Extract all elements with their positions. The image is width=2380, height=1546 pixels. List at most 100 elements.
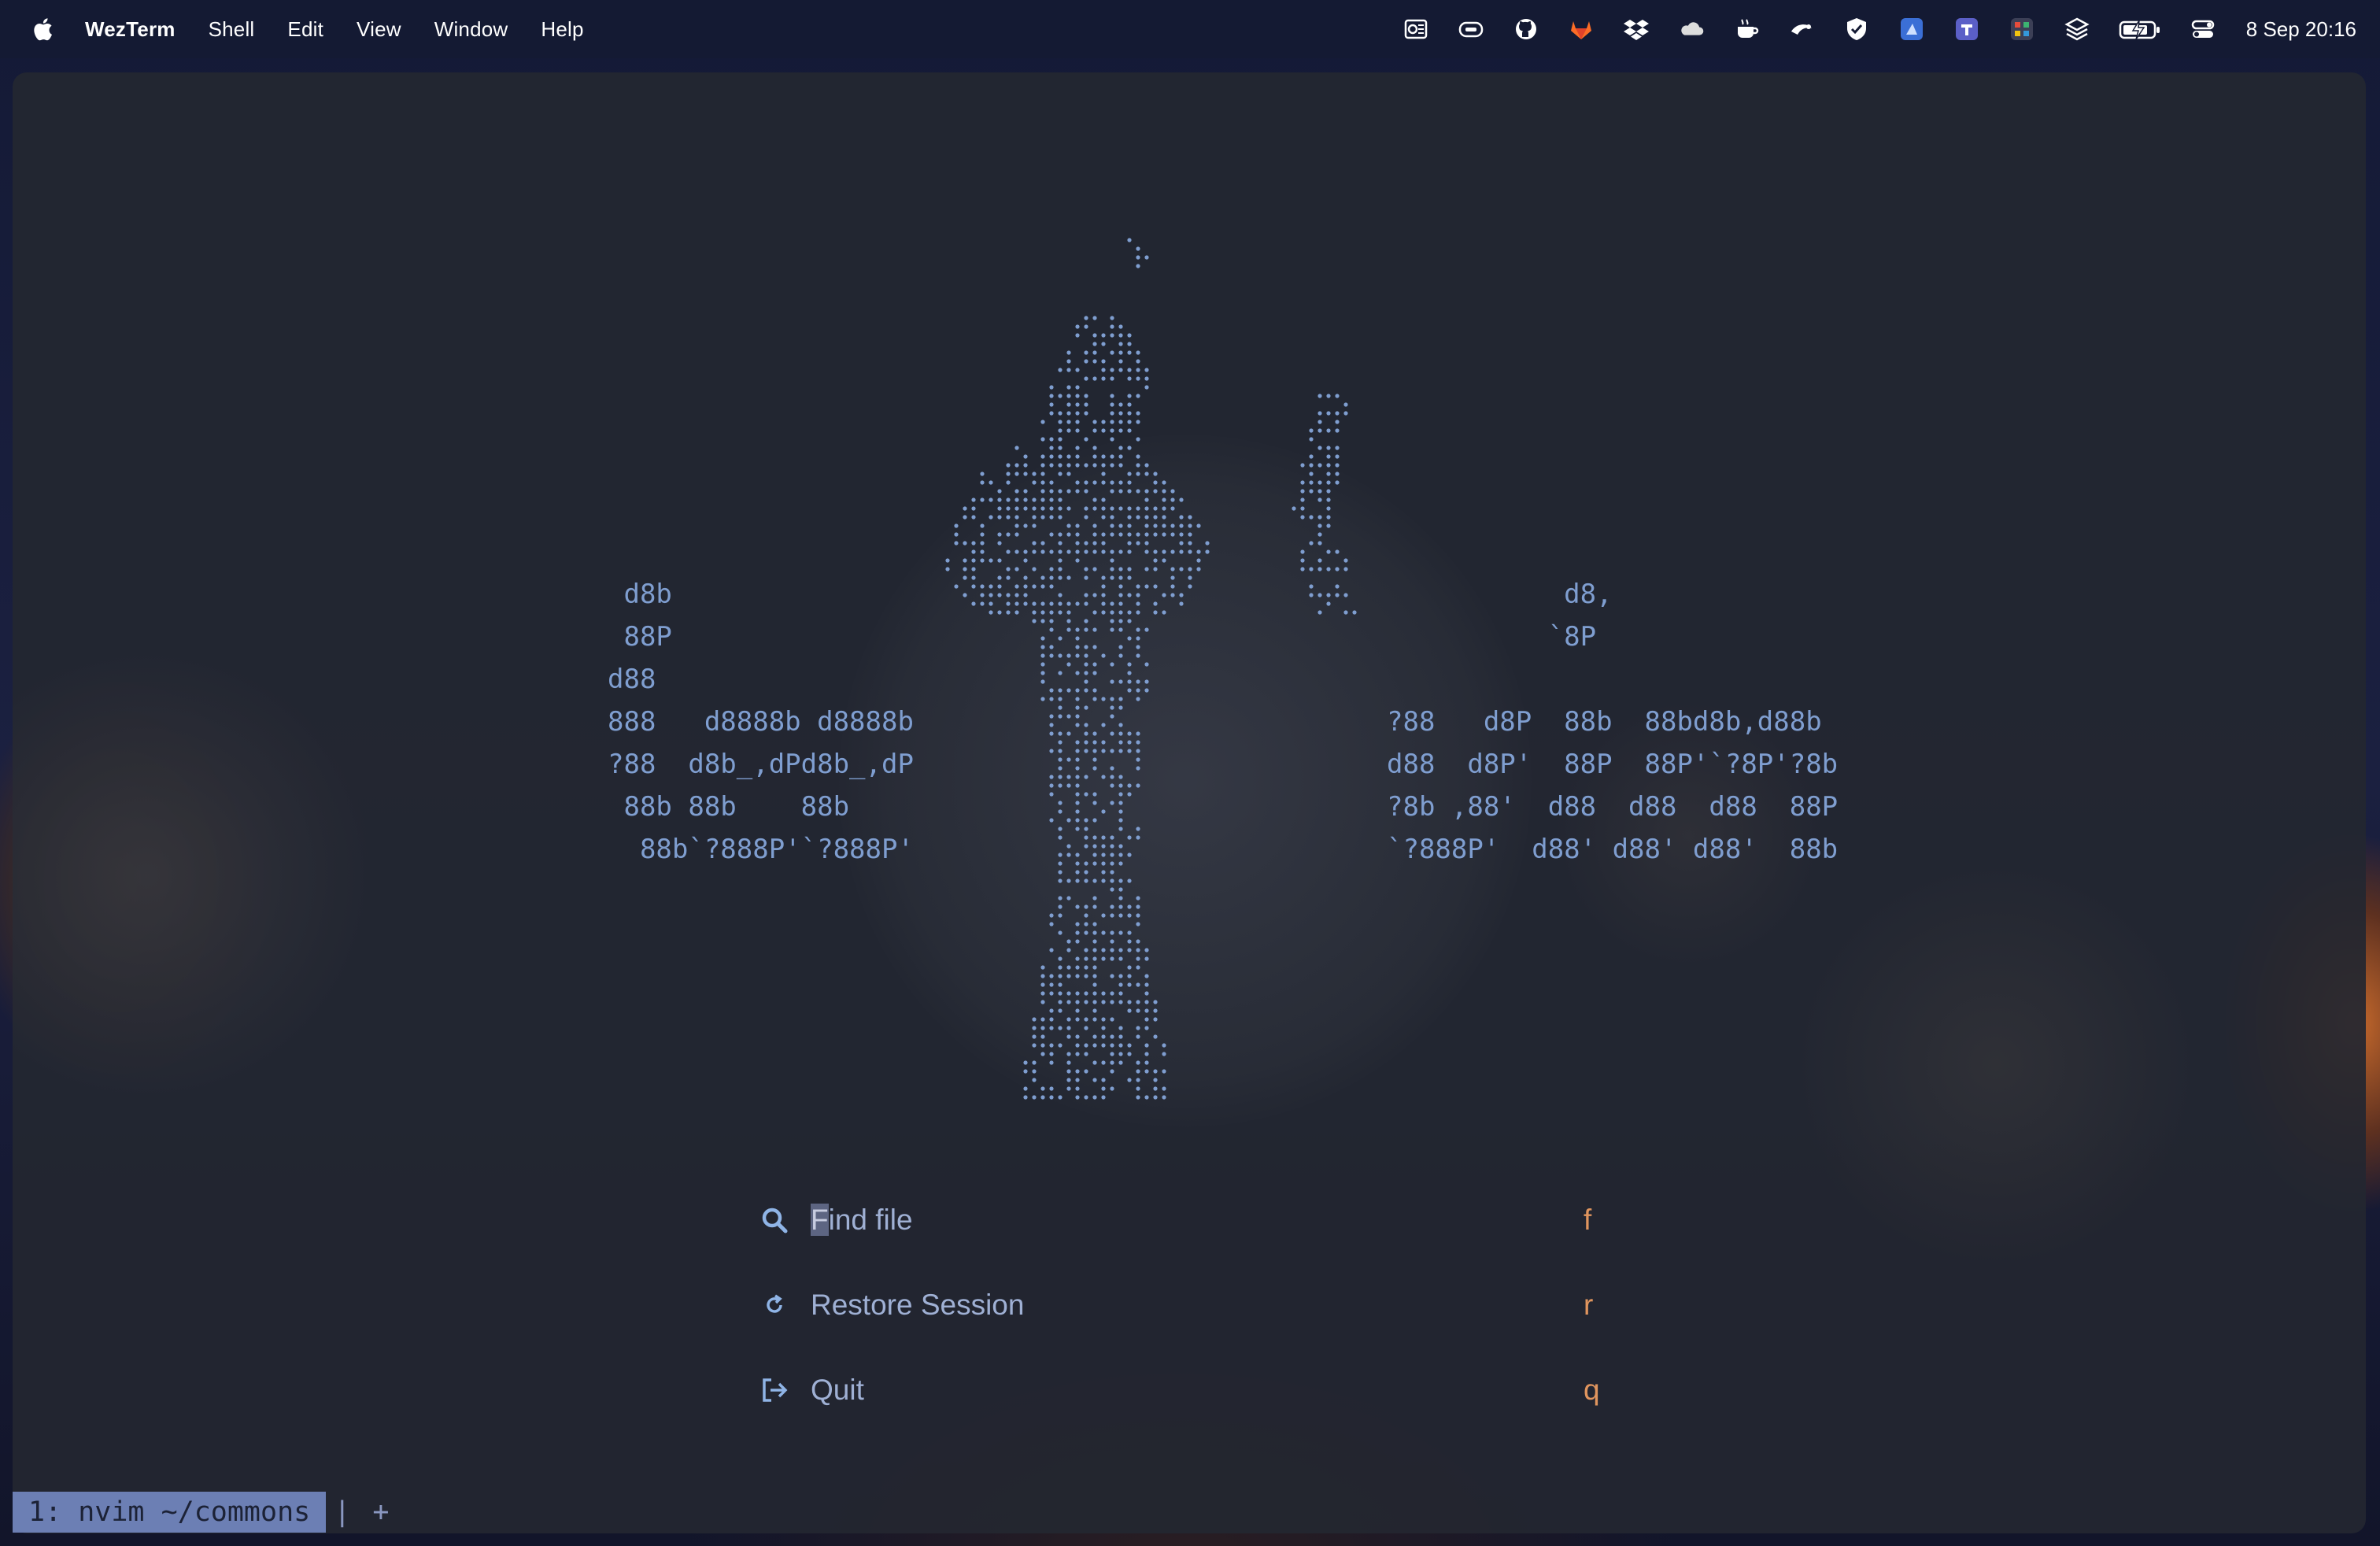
art-dot (1092, 549, 1097, 554)
art-dot (1049, 1017, 1054, 1022)
art-dot (1110, 939, 1114, 944)
tab-active[interactable]: 1: nvim ~/commons (13, 1492, 327, 1533)
art-dot (1118, 1060, 1123, 1065)
art-dot (1084, 731, 1088, 736)
app-icon[interactable] (1898, 16, 1925, 43)
art-dot (1144, 956, 1149, 961)
scroll-icon[interactable] (1788, 16, 1815, 43)
art-dot (1066, 532, 1071, 537)
apple-icon[interactable] (30, 16, 54, 43)
dropbox-icon[interactable] (1623, 16, 1650, 43)
art-dot (1049, 731, 1054, 736)
art-dot (1318, 541, 1322, 546)
art-dot (1092, 1034, 1097, 1039)
art-dot (1058, 801, 1062, 805)
art-dot (1118, 853, 1123, 857)
new-tab-button[interactable]: + (372, 1496, 389, 1528)
art-dot (1092, 904, 1097, 909)
art-dot (1040, 636, 1045, 641)
art-dot (1101, 376, 1106, 381)
art-dot (1136, 359, 1140, 364)
control-center-icon[interactable] (2190, 16, 2216, 43)
art-dot (1075, 489, 1080, 494)
art-dot (1136, 246, 1140, 251)
art-dot (1058, 463, 1062, 468)
art-dot (1162, 497, 1166, 502)
teams-icon[interactable] (1953, 16, 1980, 43)
art-dot (1101, 575, 1106, 580)
art-dot (1058, 593, 1062, 597)
gitlab-icon[interactable] (1568, 16, 1595, 43)
art-dot (1127, 783, 1132, 788)
art-dot (1023, 1086, 1028, 1091)
art-dot (963, 515, 967, 520)
art-dot (1032, 497, 1037, 502)
art-dot (997, 497, 1002, 502)
art-dot (1110, 1043, 1114, 1048)
action-label: Quit (811, 1374, 864, 1406)
art-dot (1066, 948, 1071, 952)
art-dot (1075, 818, 1080, 823)
art-dot (1179, 523, 1184, 528)
shield-icon[interactable] (1843, 16, 1870, 43)
art-dot (1006, 549, 1011, 554)
art-dot (1309, 472, 1314, 476)
action-find-file[interactable]: Find file f (759, 1196, 1624, 1244)
art-dot (1153, 532, 1158, 537)
art-dot (1170, 549, 1175, 554)
action-quit[interactable]: Quit q (759, 1367, 1624, 1414)
art-dot (1092, 480, 1097, 485)
menu-app-name[interactable]: WezTerm (85, 17, 176, 42)
art-dot (1300, 567, 1305, 571)
art-dot (1300, 480, 1305, 485)
art-dot (1049, 1086, 1054, 1091)
art-dot (1040, 437, 1045, 442)
art-dot (1084, 1069, 1088, 1074)
art-dot (1136, 1026, 1140, 1030)
outlook-icon[interactable] (1402, 16, 1429, 43)
art-dot (1136, 350, 1140, 355)
action-restore-session[interactable]: Restore Session r (759, 1282, 1624, 1329)
art-dot (1066, 974, 1071, 978)
layers-icon[interactable] (2064, 16, 2090, 43)
menu-help[interactable]: Help (541, 17, 583, 42)
art-dot (1110, 437, 1114, 442)
art-dot (1136, 1034, 1140, 1039)
art-dot (1066, 818, 1071, 823)
action-label-text: ind file (828, 1204, 913, 1236)
github-icon[interactable] (1513, 16, 1539, 43)
art-dot (1058, 636, 1062, 641)
art-dot (1101, 1034, 1106, 1039)
art-dot (1084, 619, 1088, 623)
icloud-icon[interactable] (1678, 16, 1705, 43)
art-dot (1066, 1017, 1071, 1022)
art-dot (1014, 489, 1019, 494)
screen-icon[interactable] (1458, 16, 1484, 43)
art-dot (1101, 853, 1106, 857)
clock[interactable]: 8 Sep 20:16 (2246, 17, 2356, 42)
grid-app-icon[interactable] (2009, 16, 2035, 43)
amphetamine-icon[interactable] (1733, 16, 1760, 43)
art-dot (980, 480, 985, 485)
art-dot (1144, 515, 1149, 520)
menu-shell[interactable]: Shell (209, 17, 255, 42)
art-dot (1127, 238, 1132, 242)
art-dot (1170, 497, 1175, 502)
art-dot (1092, 446, 1097, 450)
art-dot (989, 558, 993, 563)
art-dot (1179, 567, 1184, 571)
art-dot (1014, 549, 1019, 554)
art-dot (1318, 463, 1322, 468)
art-dot (1066, 775, 1071, 779)
art-dot (1049, 1043, 1054, 1048)
art-dot (1084, 835, 1088, 840)
art-dot (1110, 783, 1114, 788)
art-dot (1084, 930, 1088, 935)
menu-edit[interactable]: Edit (287, 17, 323, 42)
menu-window[interactable]: Window (434, 17, 508, 42)
art-dot (1318, 515, 1322, 520)
art-dot (954, 541, 959, 546)
menu-view[interactable]: View (357, 17, 401, 42)
art-dot (1136, 965, 1140, 970)
art-dot (1058, 1008, 1062, 1013)
